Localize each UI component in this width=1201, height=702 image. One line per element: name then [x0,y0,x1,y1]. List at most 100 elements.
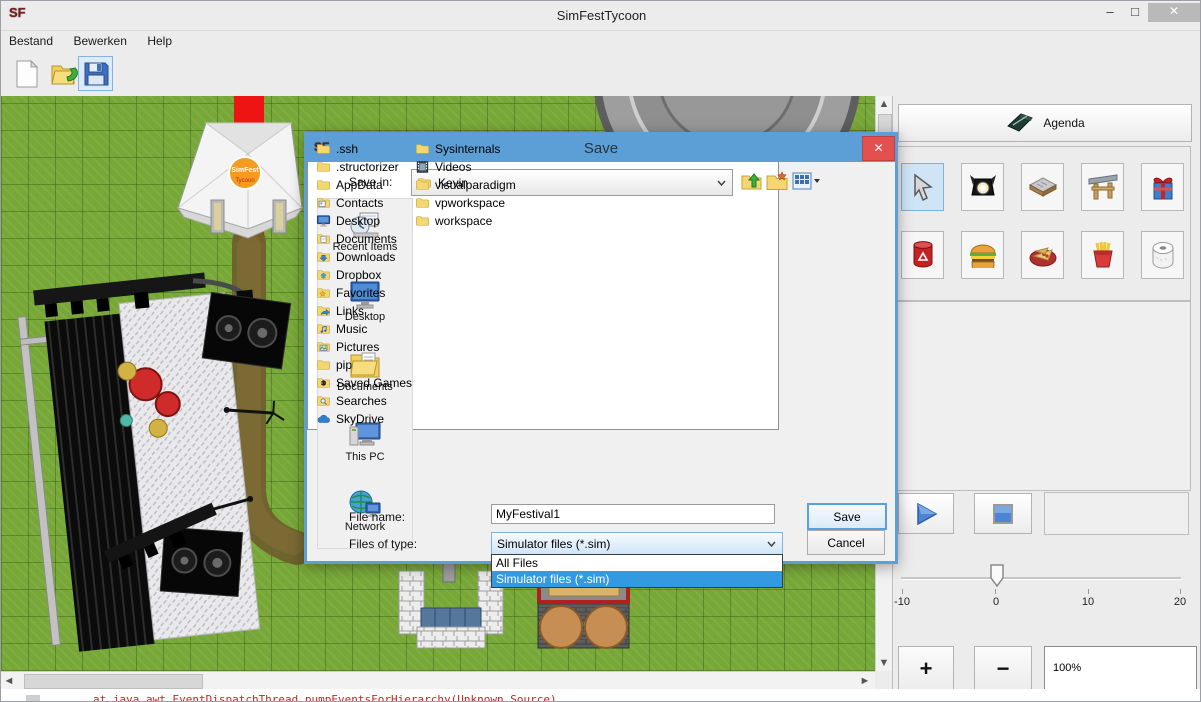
type-option-simulator-files[interactable]: Simulator files (*.sim) [492,571,782,587]
food-stand[interactable] [538,582,629,648]
tool-toilet-paper-button[interactable] [1141,231,1184,279]
tool-stage-light-button[interactable] [961,163,1004,211]
file-item-label: Desktop [336,214,380,228]
play-button[interactable] [898,493,954,534]
file-item-label: Links [336,304,364,318]
tool-cursor-button[interactable] [901,163,944,211]
file-item-label: Sysinternals [435,142,500,156]
scroll-left-icon[interactable]: ◄ [1,673,17,689]
tool-fries-button[interactable] [1081,231,1124,279]
stage[interactable] [15,264,324,655]
dialog-save-button[interactable]: Save [807,503,887,530]
folder-game-icon [316,376,331,390]
close-button[interactable]: ✕ [1148,3,1200,22]
new-folder-button[interactable] [766,171,788,191]
file-item[interactable]: Searches [316,392,412,410]
console-scroll-chip [26,695,40,702]
folder-music-icon [316,322,331,336]
view-menu-button[interactable] [792,171,820,191]
save-button[interactable] [78,56,113,91]
slider-tick [995,589,996,594]
file-item-label: Favorites [336,286,385,300]
file-item-label: .ssh [336,142,358,156]
file-item[interactable]: .structorizer [316,158,412,176]
file-item[interactable]: Pictures [316,338,412,356]
tool-gift-button[interactable] [1141,163,1184,211]
tool-torii-gate-button[interactable] [1081,163,1124,211]
file-item[interactable]: Contacts [316,194,412,212]
stage-light-icon [969,173,997,201]
file-item[interactable]: Documents [316,230,412,248]
save-icon [83,61,109,87]
pizza-icon [1028,242,1058,268]
tool-burger-button[interactable] [961,231,1004,279]
scroll-down-icon[interactable]: ▼ [876,655,892,671]
slider-thumb[interactable] [989,564,1005,588]
file-item[interactable]: Downloads [316,248,412,266]
zoom-out-button[interactable]: − [974,646,1032,692]
files-of-type-value: Simulator files (*.sim) [497,537,610,551]
file-item[interactable]: visualparadigm [415,176,516,194]
menu-item-bestand[interactable]: Bestand [1,31,61,48]
slider-track[interactable] [901,577,1181,580]
maximize-button[interactable]: □ [1123,3,1147,22]
menu-item-help[interactable]: Help [139,31,180,48]
slider-tick-label: 20 [1165,596,1195,608]
file-item[interactable]: Links [316,302,412,320]
horizontal-scroll-thumb[interactable] [24,674,203,689]
zoom-level-field[interactable]: 100% [1044,646,1197,690]
stop-button[interactable] [974,493,1032,534]
menu-item-bewerken[interactable]: Bewerken [66,31,135,48]
file-item[interactable]: vpworkspace [415,194,516,212]
menu-bar: Bestand Bewerken Help [1,30,1201,51]
file-item[interactable]: AppData [316,176,412,194]
open-file-button[interactable] [47,56,82,91]
file-item-label: .structorizer [336,160,399,174]
tool-trash-can-button[interactable] [901,231,944,279]
canvas-horizontal-scrollbar[interactable]: ◄ ► [1,671,875,690]
console-output: at java.awt.EventDispatchThread.pumpEven… [1,689,1201,702]
file-name-label: File name: [349,510,405,524]
dialog-cancel-button[interactable]: Cancel [807,530,885,555]
file-item[interactable]: .ssh [316,140,412,158]
chevron-down-icon [717,180,726,186]
agenda-button[interactable]: Agenda [898,104,1192,142]
title-bar: SF SimFestTycoon – □ ✕ [1,1,1201,30]
file-item-label: Contacts [336,196,383,210]
folder-star-icon [316,286,331,300]
file-item[interactable]: workspace [415,212,516,230]
file-item[interactable]: Videos [415,158,516,176]
torii-gate-icon [1088,173,1118,201]
zoom-in-button[interactable]: + [898,646,954,692]
file-item[interactable]: Saved Games [316,374,412,392]
files-of-type-combobox[interactable]: Simulator files (*.sim) [491,532,783,556]
file-item[interactable]: Favorites [316,284,412,302]
file-item[interactable]: Music [316,320,412,338]
agenda-label: Agenda [1043,116,1084,130]
minimize-button[interactable]: – [1098,3,1122,22]
new-file-button[interactable] [9,56,44,91]
file-item[interactable]: Dropbox [316,266,412,284]
scroll-right-icon[interactable]: ► [857,673,873,689]
file-item-label: Downloads [336,250,395,264]
folder-icon [415,214,430,228]
up-one-level-button[interactable] [741,171,762,191]
scroll-up-icon[interactable]: ▲ [876,96,892,112]
floor-tile-icon [1028,175,1058,199]
slider-tick [1088,589,1089,594]
file-item-label: Saved Games [336,376,412,390]
file-item[interactable]: SkyDrive [316,410,412,428]
svg-text:SimFest: SimFest [231,167,259,174]
speed-slider[interactable]: -10 0 10 20 [901,551,1187,611]
cursor-icon [911,173,935,201]
file-name-input[interactable] [491,504,775,524]
folder-search-icon [316,394,331,408]
dialog-close-button[interactable]: ✕ [862,136,895,161]
type-option-all-files[interactable]: All Files [492,555,782,571]
file-item[interactable]: Desktop [316,212,412,230]
file-item[interactable]: Sysinternals [415,140,516,158]
tool-floor-tile-button[interactable] [1021,163,1064,211]
file-item[interactable]: pip [316,356,412,374]
entrance-tent[interactable]: SimFest Tycoon [178,123,302,238]
tool-pizza-button[interactable] [1021,231,1064,279]
